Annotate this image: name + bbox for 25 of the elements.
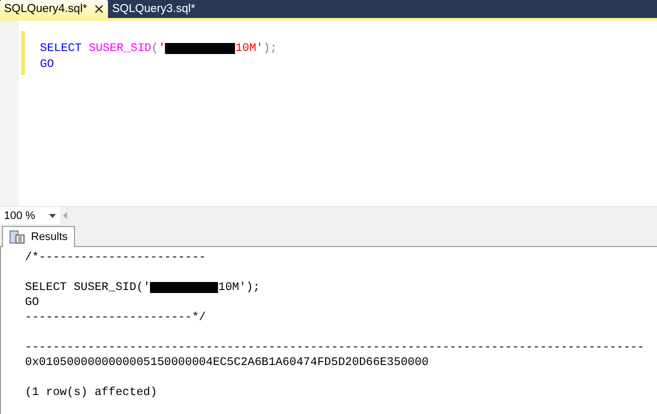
results-tab[interactable]: Results (2, 226, 75, 247)
document-tab[interactable]: SQLQuery4.sql* (0, 0, 108, 18)
code-text: SELECT SUSER_SID(' (25, 281, 150, 294)
code-text: ); (263, 42, 278, 54)
code-text: (1 row(s) affected) (25, 386, 158, 399)
caret-icon (49, 214, 56, 218)
redaction-block (150, 282, 218, 293)
close-icon[interactable] (95, 5, 104, 13)
code-text: SELECT (40, 42, 82, 54)
code-text: 10M' (235, 42, 264, 54)
document-tab[interactable]: SQLQuery3.sql* (108, 0, 200, 18)
document-grid-icon (9, 230, 25, 244)
code-text: 10M'); (218, 281, 260, 294)
change-marker (21, 31, 25, 75)
code-text: 0x0105000000000005150000004EC5C2A6B1A60474FD5D20D66E350000 (25, 356, 429, 369)
code-text: ( (151, 42, 158, 54)
code-text: ------------------------*/ (25, 311, 206, 324)
code-text: ----------------------------------------------------------------------------------------- (25, 341, 644, 354)
code-text: GO (40, 58, 54, 70)
code-text: /*------------------------ (25, 251, 206, 264)
code-text: ' (158, 42, 166, 54)
redaction-block (165, 42, 236, 54)
code-text: GO (25, 296, 39, 309)
zoom-dropdown[interactable]: 100 % (0, 207, 60, 224)
code-text: SUSER_SID (88, 42, 152, 54)
